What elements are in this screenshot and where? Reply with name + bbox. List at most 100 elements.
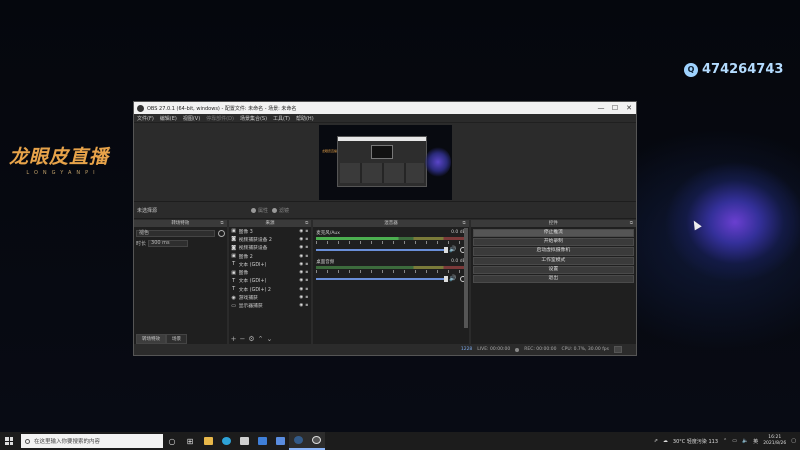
mixer-scrollbar[interactable]: [463, 228, 468, 328]
source-item[interactable]: ▣ 图像 3 ◉ ▪: [229, 227, 312, 235]
obs-menu-bar: 文件(F) 编辑(E) 视图(V) 停靠部件(D) 场景集合(S) 工具(T) …: [134, 114, 636, 123]
cpu-fps: CPU: 0.7%, 30.00 fps: [561, 347, 610, 352]
search-placeholder: 在这里输入你要搜索的内容: [34, 439, 101, 445]
stop-streaming-button[interactable]: 停止推流: [472, 229, 634, 238]
lock-icon[interactable]: ▪: [305, 254, 311, 259]
source-name: 视频捕获设备: [238, 246, 268, 252]
menu-docks[interactable]: 停靠部件(D): [206, 115, 234, 122]
properties-button[interactable]: 属性: [251, 207, 268, 214]
undock-icon[interactable]: ⧉: [630, 220, 633, 227]
speaker-icon[interactable]: 🔊: [449, 246, 456, 253]
gear-icon[interactable]: [217, 230, 225, 237]
source-item[interactable]: ◙ 视频捕获设备 2 ◉ ▪: [229, 235, 312, 243]
lock-icon[interactable]: ▪: [305, 229, 311, 234]
volume-slider[interactable]: [316, 246, 449, 253]
menu-scene-collection[interactable]: 场景集合(S): [240, 115, 267, 122]
taskbar-clock[interactable]: 16:21 2021/8/26: [763, 435, 786, 447]
source-item[interactable]: ▣ 图像 ◉ ▪: [229, 268, 312, 277]
tab-scenes[interactable]: 场景: [166, 334, 187, 344]
studio-mode-button[interactable]: 工作室模式: [472, 256, 634, 265]
preview-glow: [425, 147, 451, 177]
steam-icon[interactable]: [289, 432, 307, 450]
lock-icon[interactable]: ▪: [305, 303, 311, 308]
gear-icon[interactable]: ⚙: [248, 335, 254, 343]
source-item[interactable]: ▣ 图像 2 ◉ ▪: [229, 252, 312, 260]
input-language[interactable]: 英: [753, 438, 758, 445]
preview-area[interactable]: 龙眼皮直播: [134, 123, 636, 202]
move-down-icon[interactable]: ⌄: [267, 335, 273, 343]
speaker-icon[interactable]: 🔊: [449, 275, 456, 282]
source-item[interactable]: T 文本 (GDI+) 2 ◉ ▪: [229, 285, 312, 293]
messenger-icon[interactable]: [271, 432, 289, 450]
lock-icon[interactable]: ▪: [305, 245, 311, 250]
weather-text[interactable]: 30°C 轻度污染 113: [673, 438, 718, 445]
chevron-up-icon[interactable]: ⌃: [723, 438, 727, 444]
source-item[interactable]: T 文本 (GDI+) ◉ ▪: [229, 277, 312, 285]
image-icon: ▣: [231, 253, 236, 260]
volume-meter: [316, 266, 466, 269]
start-recording-button[interactable]: 开始录制: [472, 238, 634, 247]
tab-transitions[interactable]: 转场特效: [136, 334, 166, 344]
start-button[interactable]: [0, 432, 18, 450]
add-icon[interactable]: +: [231, 335, 237, 343]
volume-tray-icon[interactable]: 🔈: [742, 438, 748, 444]
remove-icon[interactable]: −: [240, 335, 246, 343]
lock-icon[interactable]: ▪: [305, 278, 311, 283]
menu-help[interactable]: 帮助(H): [296, 115, 314, 122]
controls-dock: 控件 ⧉ 停止推流 开始录制 启动虚拟摄像机 工作室模式 设置 退出: [470, 220, 636, 344]
store-icon[interactable]: [235, 432, 253, 450]
transition-select[interactable]: 褪色: [136, 230, 215, 237]
notification-icon[interactable]: ▢: [791, 438, 796, 444]
obs-taskbar-icon[interactable]: [307, 432, 325, 450]
menu-tools[interactable]: 工具(T): [273, 115, 290, 122]
mail-icon[interactable]: [253, 432, 271, 450]
undock-icon[interactable]: ⧉: [462, 220, 465, 227]
menu-edit[interactable]: 编辑(E): [160, 115, 177, 122]
brand-logo: 龙眼皮直播 LONGYANPI: [9, 142, 117, 176]
image-icon: ▣: [231, 228, 236, 235]
mixer-dock-header: 混音器 ⧉: [313, 220, 469, 227]
taskbar-search[interactable]: 在这里输入你要搜索的内容: [21, 434, 163, 448]
source-item[interactable]: ◙ 视频捕获设备 ◉ ▪: [229, 244, 312, 252]
search-icon: [25, 438, 30, 444]
lock-icon[interactable]: ▪: [305, 287, 311, 292]
gear-icon: [251, 207, 256, 213]
meter-ticks: [316, 241, 466, 244]
channel-name: 麦克风/Aux: [316, 231, 340, 236]
duration-input[interactable]: 300 ms: [148, 240, 189, 247]
exit-button[interactable]: 退出: [472, 274, 634, 284]
task-view-icon[interactable]: ○: [163, 432, 181, 450]
menu-file[interactable]: 文件(F): [137, 115, 154, 122]
lock-icon[interactable]: ▪: [305, 295, 311, 300]
filters-button[interactable]: 滤镜: [272, 207, 289, 214]
maximize-icon[interactable]: ☐: [608, 104, 622, 112]
clock-time: 16:21: [768, 435, 782, 440]
minimize-icon[interactable]: —: [594, 104, 608, 112]
source-item[interactable]: T 文本 (GDI+) ◉ ▪: [229, 260, 312, 268]
menu-view[interactable]: 视图(V): [183, 115, 200, 122]
obs-title-bar[interactable]: OBS 27.0.1 (64-bit, windows) - 配置文件: 未命名…: [134, 102, 636, 114]
lock-icon[interactable]: ▪: [305, 270, 311, 275]
network-tray-icon[interactable]: ⇗: [654, 438, 658, 444]
lock-icon[interactable]: ▪: [305, 262, 311, 267]
resize-grip-icon[interactable]: [614, 346, 622, 353]
weather-icon[interactable]: ☁: [663, 438, 668, 444]
sources-dock-header: 来源 ⧉: [228, 220, 312, 227]
virtual-camera-button[interactable]: 启动虚拟摄像机: [472, 247, 634, 256]
move-up-icon[interactable]: ⌃: [258, 335, 264, 343]
undock-icon[interactable]: ⧉: [305, 220, 308, 227]
widgets-icon[interactable]: ⊞: [181, 432, 199, 450]
settings-button[interactable]: 设置: [472, 265, 634, 274]
source-item[interactable]: ◉ 游戏捕获 ◉ ▪: [229, 293, 312, 302]
source-name: 图像 3: [238, 229, 253, 235]
volume-slider[interactable]: [316, 275, 449, 282]
source-item[interactable]: ▭ 显示器捕获 ◉ ▪: [229, 302, 312, 310]
battery-icon[interactable]: ▭: [732, 438, 737, 444]
undock-icon[interactable]: ⧉: [220, 220, 223, 227]
preview-canvas[interactable]: 龙眼皮直播: [319, 125, 452, 200]
source-name: 文本 (GDI+): [238, 279, 267, 285]
lock-icon[interactable]: ▪: [305, 237, 311, 242]
edge-icon[interactable]: [217, 432, 235, 450]
close-icon[interactable]: ✕: [622, 104, 636, 112]
file-explorer-icon[interactable]: [199, 432, 217, 450]
